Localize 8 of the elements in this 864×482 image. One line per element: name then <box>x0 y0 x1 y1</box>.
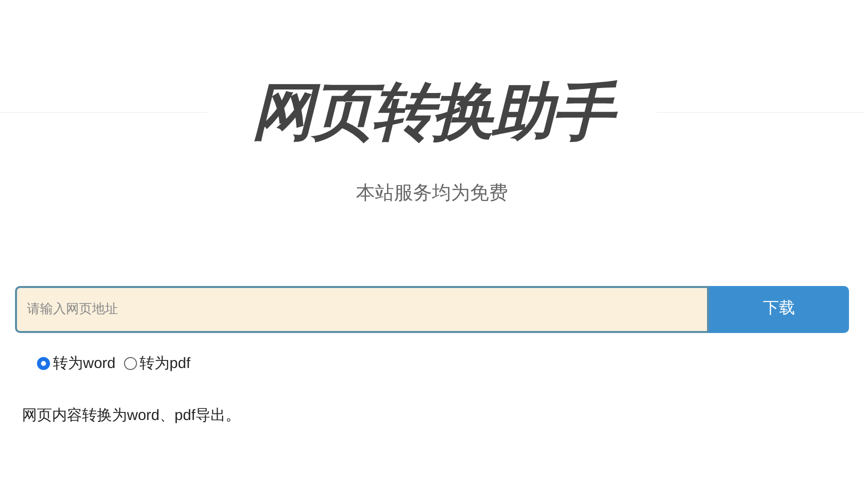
radio-button[interactable] <box>37 357 50 370</box>
radio-label[interactable]: 转为pdf <box>140 352 190 375</box>
radio-label[interactable]: 转为word <box>53 352 116 375</box>
url-field[interactable]: 请输入网页地址 <box>15 286 709 332</box>
radio-button[interactable] <box>124 357 137 370</box>
page-title: 网页转换助手 <box>208 72 656 152</box>
description: 网页内容转换为word、pdf导出。 <box>22 406 242 426</box>
subtitle: 本站服务均为免费 <box>356 182 508 206</box>
